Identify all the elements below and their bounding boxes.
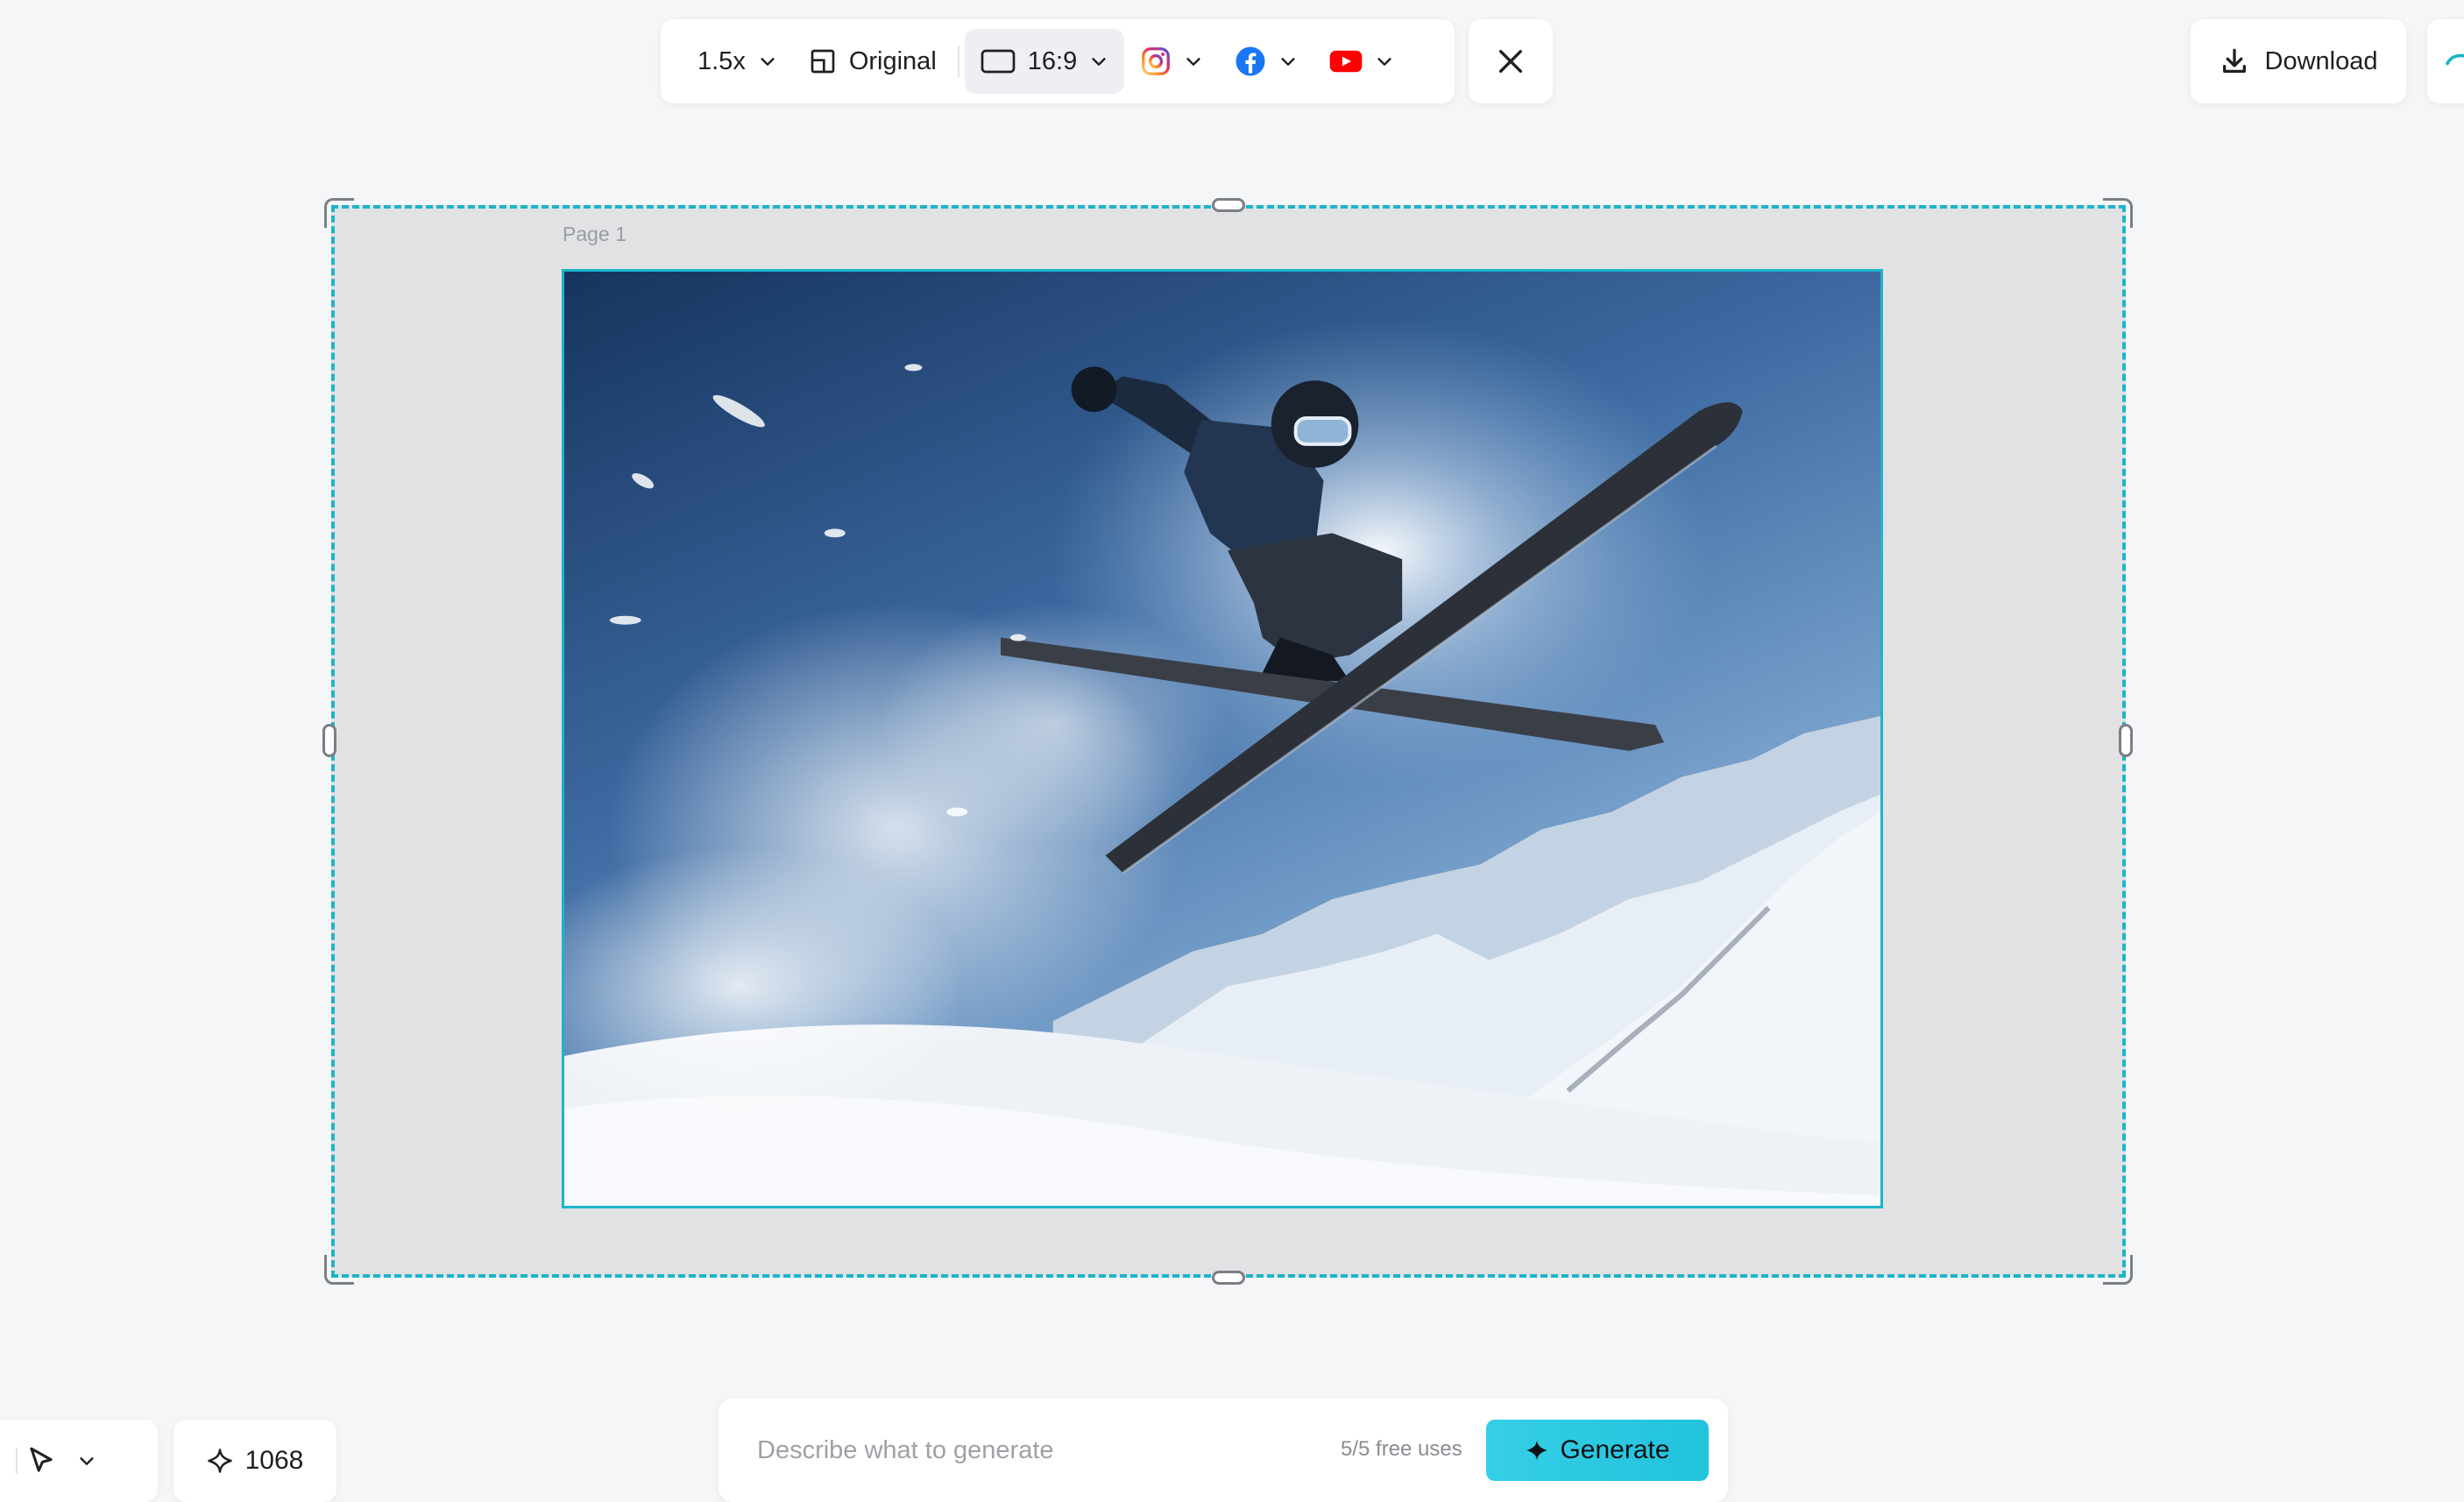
close-button[interactable] xyxy=(1469,19,1553,103)
skier-photo xyxy=(564,272,1880,1206)
instagram-size-dropdown[interactable] xyxy=(1124,29,1219,94)
generate-button[interactable]: Generate xyxy=(1486,1420,1709,1481)
chevron-down-icon xyxy=(1377,58,1391,66)
toolbar-divider xyxy=(16,1448,18,1474)
generate-label: Generate xyxy=(1560,1435,1670,1464)
resize-handle-bottom[interactable] xyxy=(1212,1271,1245,1285)
youtube-size-dropdown[interactable] xyxy=(1313,29,1410,94)
original-size-button[interactable]: Original xyxy=(793,29,952,94)
share-button[interactable] xyxy=(2427,19,2464,103)
facebook-size-dropdown[interactable] xyxy=(1219,29,1313,94)
resize-handle-top[interactable] xyxy=(1212,198,1245,212)
download-label: Download xyxy=(2264,46,2378,75)
resize-handle-right[interactable] xyxy=(2119,724,2133,757)
generate-bar: 5/5 free uses Generate xyxy=(719,1399,1728,1502)
zoom-dropdown[interactable]: 1.5x xyxy=(682,29,793,94)
resize-handle-top-left[interactable] xyxy=(324,198,354,228)
chevron-down-icon xyxy=(1092,58,1106,66)
zoom-label: 1.5x xyxy=(697,46,746,75)
aspect-ratio-dropdown[interactable]: 16:9 xyxy=(964,29,1125,94)
free-uses-counter: 5/5 free uses xyxy=(1341,1437,1462,1461)
original-label: Original xyxy=(848,46,937,75)
credits-badge[interactable]: 1068 xyxy=(173,1420,336,1502)
chevron-down-icon xyxy=(1281,58,1295,66)
resize-handle-bottom-right[interactable] xyxy=(2103,1255,2133,1285)
instagram-icon xyxy=(1142,47,1171,75)
facebook-icon xyxy=(1236,46,1265,76)
pointer-icon xyxy=(30,1447,53,1472)
sparkle-icon xyxy=(207,1449,232,1473)
layout-icon xyxy=(811,49,835,74)
format-toolbar: 1.5x Original 16:9 xyxy=(661,19,1455,103)
chevron-down-icon xyxy=(80,1457,94,1465)
resize-handle-top-right[interactable] xyxy=(2103,198,2133,228)
youtube-icon xyxy=(1329,50,1363,73)
resize-handle-bottom-left[interactable] xyxy=(324,1255,354,1285)
credits-value: 1068 xyxy=(244,1446,304,1475)
resize-handle-left[interactable] xyxy=(322,724,336,757)
aspect-ratio-label: 16:9 xyxy=(1027,46,1078,75)
select-tool-dropdown[interactable] xyxy=(0,1420,158,1502)
canvas-image[interactable] xyxy=(562,269,1883,1208)
toolbar-divider xyxy=(957,46,959,77)
chevron-down-icon xyxy=(1186,58,1200,66)
aspect-ratio-icon xyxy=(981,49,1016,74)
prompt-input[interactable] xyxy=(755,1420,1316,1481)
page-label: Page 1 xyxy=(563,223,627,245)
sparkle-icon xyxy=(1526,1440,1548,1461)
share-icon xyxy=(2446,53,2464,66)
download-icon xyxy=(2222,48,2246,73)
download-button[interactable]: Download xyxy=(2191,19,2406,103)
close-icon xyxy=(1498,49,1523,74)
chevron-down-icon xyxy=(761,58,775,66)
